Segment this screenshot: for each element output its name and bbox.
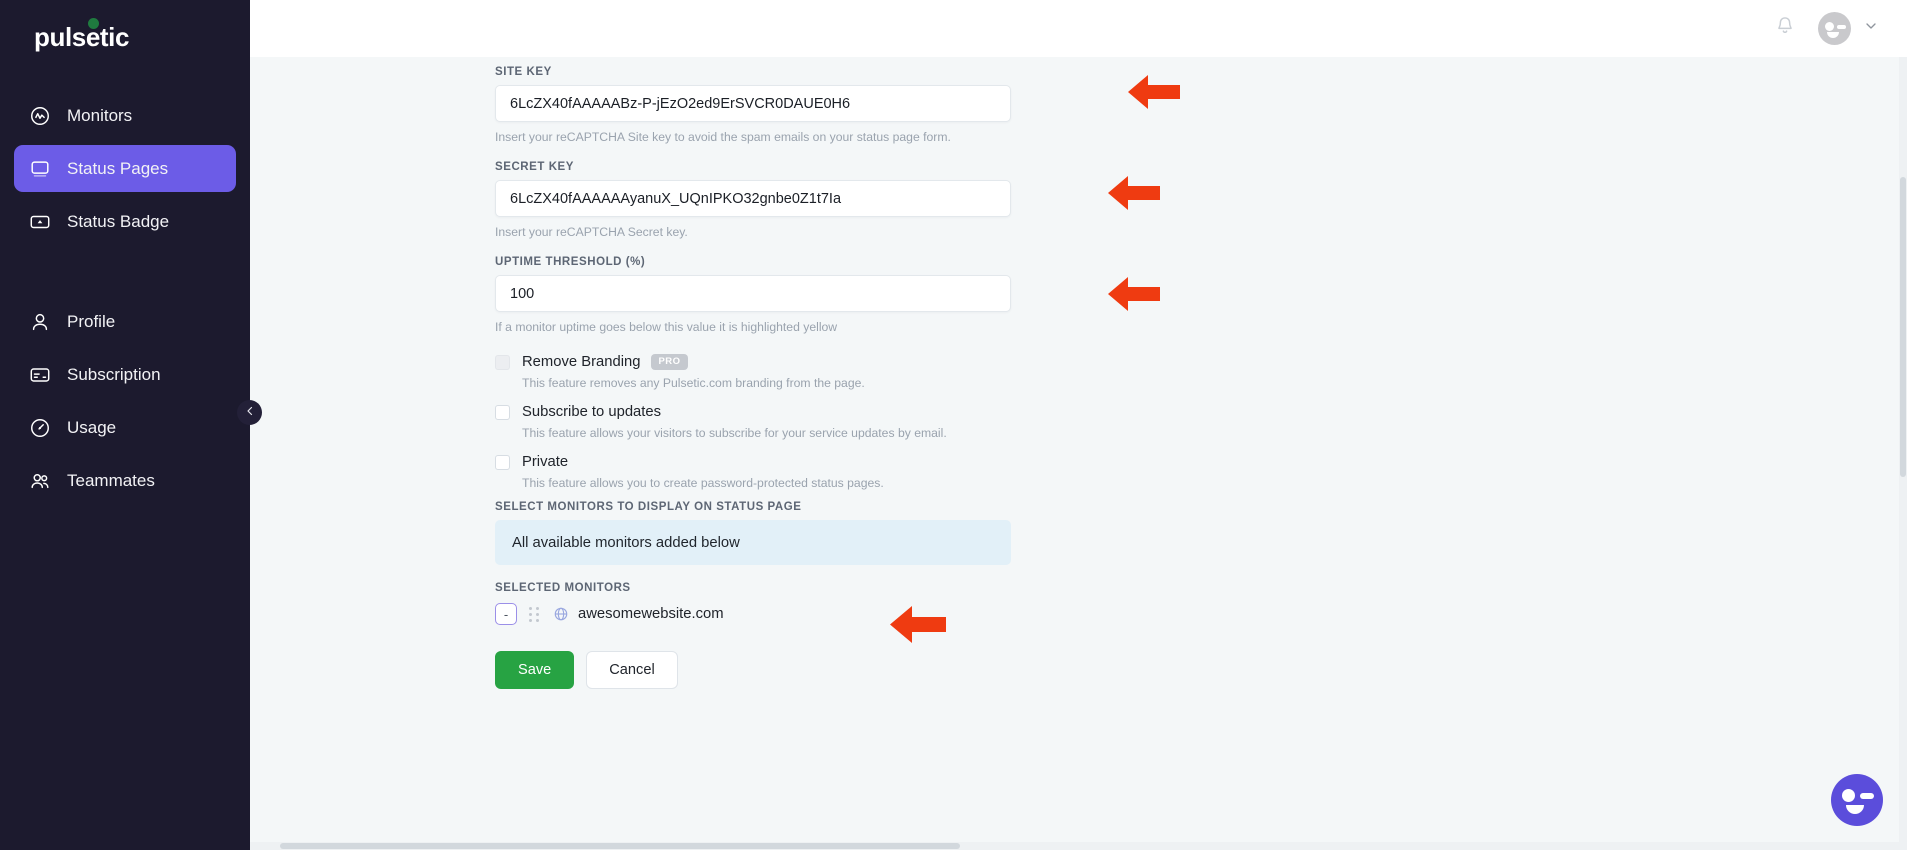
- sidebar-collapse-button[interactable]: [237, 400, 262, 425]
- uptime-threshold-field: UPTIME THRESHOLD (%) If a monitor uptime…: [495, 256, 1011, 334]
- vertical-scrollbar[interactable]: [1899, 57, 1907, 850]
- pro-badge: PRO: [651, 354, 688, 370]
- sidebar-group-primary: Monitors Status Pages Status Badge: [0, 92, 250, 245]
- chevron-down-icon: [1863, 18, 1879, 39]
- remove-branding-title-row: Remove Branding PRO: [522, 351, 688, 373]
- brand-dot-icon: [88, 18, 99, 29]
- subscribe-updates-label: Subscribe to updates: [522, 404, 662, 420]
- select-monitors-placeholder: All available monitors added below: [512, 534, 740, 551]
- uptime-threshold-input[interactable]: [495, 275, 1011, 312]
- save-button[interactable]: Save: [495, 651, 575, 689]
- site-key-input[interactable]: [495, 85, 1011, 122]
- selected-monitor-row: - awesomewebsite.com: [495, 603, 1011, 625]
- cancel-button[interactable]: Cancel: [586, 651, 678, 689]
- brand-logo[interactable]: pulsetic: [0, 0, 250, 70]
- sidebar-item-profile[interactable]: Profile: [14, 298, 236, 345]
- avatar-brow: [1837, 24, 1846, 29]
- sidebar-group-account: Profile Subscription Usage Teammates: [0, 298, 250, 504]
- private-label: Private: [522, 454, 569, 470]
- site-key-hint: Insert your reCAPTCHA Site key to avoid …: [495, 130, 951, 144]
- sidebar-label-profile: Profile: [67, 311, 116, 331]
- avatar: [1818, 12, 1851, 45]
- uptime-threshold-label: UPTIME THRESHOLD (%): [495, 256, 646, 268]
- app-root: pulsetic Monitors Status Pages Status Ba…: [0, 0, 1907, 850]
- remove-monitor-button[interactable]: -: [495, 603, 517, 625]
- site-key-label: SITE KEY: [495, 66, 552, 78]
- private-checkbox[interactable]: [495, 455, 510, 470]
- globe-icon: [553, 606, 569, 622]
- private-title-row: Private: [522, 451, 568, 473]
- remove-branding-desc: This feature removes any Pulsetic.com br…: [522, 376, 865, 390]
- chat-avatar-eye: [1842, 789, 1855, 802]
- monitor-pulse-icon: [28, 104, 51, 127]
- annotation-arrow-site-key: [1128, 75, 1180, 109]
- chevron-left-icon: [244, 404, 256, 422]
- selected-monitor-name: awesomewebsite.com: [578, 606, 724, 622]
- select-monitors-label: SELECT MONITORS TO DISPLAY ON STATUS PAG…: [495, 501, 802, 513]
- form-actions: Save Cancel: [495, 651, 1011, 689]
- sidebar-item-status-badge[interactable]: Status Badge: [14, 198, 236, 245]
- chat-widget-button[interactable]: [1831, 774, 1883, 826]
- gauge-icon: [28, 416, 51, 439]
- person-icon: [28, 310, 51, 333]
- secret-key-label: SECRET KEY: [495, 161, 574, 173]
- subscribe-updates-option: Subscribe to updates This feature allows…: [495, 401, 1011, 440]
- horizontal-scrollbar[interactable]: [250, 842, 1899, 850]
- brand-name: pulsetic: [34, 22, 130, 52]
- status-page-icon: [28, 157, 51, 180]
- sidebar-item-subscription[interactable]: Subscription: [14, 351, 236, 398]
- selected-monitors-label: SELECTED MONITORS: [495, 582, 631, 594]
- subscribe-updates-desc: This feature allows your visitors to sub…: [522, 426, 947, 440]
- drag-handle-icon[interactable]: [521, 603, 547, 625]
- people-icon: [28, 469, 51, 492]
- secret-key-hint: Insert your reCAPTCHA Secret key.: [495, 225, 688, 239]
- sidebar-label-status-badge: Status Badge: [67, 211, 170, 231]
- remove-branding-label: Remove Branding: [522, 354, 641, 370]
- remove-branding-checkbox[interactable]: [495, 355, 510, 370]
- annotation-arrow-uptime-threshold: [1108, 277, 1160, 311]
- selected-monitors-field: SELECTED MONITORS - awesomewebsite.com: [495, 582, 1011, 625]
- subscribe-updates-checkbox[interactable]: [495, 405, 510, 420]
- status-badge-icon: [28, 210, 51, 233]
- sidebar: pulsetic Monitors Status Pages Status Ba…: [0, 0, 262, 850]
- content-scroll-area: SITE KEY Insert your reCAPTCHA Site key …: [250, 57, 1907, 850]
- private-option: Private This feature allows you to creat…: [495, 451, 1011, 490]
- card-icon: [28, 363, 51, 386]
- secret-key-field: SECRET KEY Insert your reCAPTCHA Secret …: [495, 161, 1011, 239]
- select-monitors-field: SELECT MONITORS TO DISPLAY ON STATUS PAG…: [495, 501, 1011, 565]
- private-desc: This feature allows you to create passwo…: [522, 476, 884, 490]
- status-page-settings-form: SITE KEY Insert your reCAPTCHA Site key …: [495, 57, 1011, 689]
- sidebar-item-usage[interactable]: Usage: [14, 404, 236, 451]
- secret-key-input[interactable]: [495, 180, 1011, 217]
- sidebar-label-monitors: Monitors: [67, 105, 133, 125]
- sidebar-label-teammates: Teammates: [67, 470, 155, 490]
- site-key-field: SITE KEY Insert your reCAPTCHA Site key …: [495, 57, 1011, 144]
- uptime-threshold-hint: If a monitor uptime goes below this valu…: [495, 320, 838, 334]
- horizontal-scrollbar-thumb[interactable]: [280, 843, 960, 849]
- avatar-eye: [1825, 22, 1834, 31]
- subscribe-updates-title-row: Subscribe to updates: [522, 401, 661, 423]
- main-area: SITE KEY Insert your reCAPTCHA Site key …: [250, 0, 1907, 850]
- annotation-arrow-secret-key: [1108, 176, 1160, 210]
- select-monitors-box[interactable]: All available monitors added below: [495, 520, 1011, 565]
- sidebar-item-monitors[interactable]: Monitors: [14, 92, 236, 139]
- top-bar: [250, 0, 1907, 57]
- chat-avatar-smile: [1846, 805, 1864, 814]
- sidebar-label-status-pages: Status Pages: [67, 158, 169, 178]
- chat-avatar-brow: [1860, 793, 1874, 799]
- remove-branding-option: Remove Branding PRO This feature removes…: [495, 351, 1011, 390]
- bell-icon[interactable]: [1774, 15, 1796, 42]
- sidebar-label-subscription: Subscription: [67, 364, 161, 384]
- vertical-scrollbar-thumb[interactable]: [1900, 177, 1906, 477]
- avatar-smile: [1827, 32, 1839, 38]
- sidebar-label-usage: Usage: [67, 417, 117, 437]
- sidebar-item-status-pages[interactable]: Status Pages: [14, 145, 236, 192]
- sidebar-item-teammates[interactable]: Teammates: [14, 457, 236, 504]
- user-menu[interactable]: [1818, 12, 1879, 45]
